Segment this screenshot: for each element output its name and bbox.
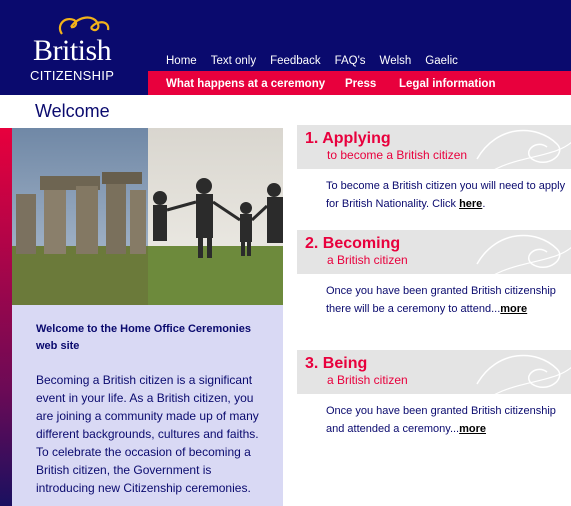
section-header: 3. Being a British citizen [297, 350, 571, 394]
intro-title: Welcome to the Home Office Ceremonies we… [36, 323, 251, 352]
section-subtitle: a British citizen [327, 253, 408, 267]
stonehenge-and-people-image [12, 128, 283, 305]
logo-text-citizenship: CITIZENSHIP [30, 68, 115, 83]
here-link[interactable]: here [459, 198, 482, 210]
nav-text-only[interactable]: Text only [211, 53, 256, 69]
page-title: Welcome [35, 101, 110, 121]
top-navigation: Home Text only Feedback FAQ's Welsh Gael… [166, 53, 472, 69]
nav-gaelic[interactable]: Gaelic [425, 53, 458, 69]
crown-swirl-icon [58, 16, 110, 35]
subnav-press[interactable]: Press [345, 77, 376, 91]
nav-feedback[interactable]: Feedback [270, 53, 321, 69]
section-text: Once you have been granted British citiz… [326, 405, 556, 435]
section-title: 2. Becoming [305, 235, 401, 252]
intro-panel: Welcome to the Home Office Ceremonies we… [12, 305, 283, 506]
swirl-decoration-icon [476, 354, 571, 394]
section-header: 2. Becoming a British citizen [297, 230, 571, 274]
nav-welsh[interactable]: Welsh [380, 53, 412, 69]
subnav-ceremony[interactable]: What happens at a ceremony [166, 77, 325, 91]
section-title: 3. Being [305, 355, 368, 372]
british-citizenship-logo[interactable]: British CITIZENSHIP [28, 14, 128, 84]
subnav-legal-information[interactable]: Legal information [399, 77, 495, 91]
swirl-decoration-icon [476, 234, 571, 274]
swirl-decoration-icon [476, 129, 571, 169]
section-subtitle: to become a British citizen [327, 148, 468, 162]
more-link[interactable]: more [500, 303, 527, 315]
section-text: Once you have been granted British citiz… [326, 285, 556, 315]
intro-body: Becoming a British citizen is a signific… [36, 373, 259, 495]
sub-navigation: What happens at a ceremony Press Legal i… [148, 71, 571, 96]
more-link[interactable]: more [459, 423, 486, 435]
section-header: 1. Applying to become a British citizen [297, 125, 571, 169]
hero-photo [12, 128, 283, 305]
nav-home[interactable]: Home [166, 53, 197, 69]
section-text: To become a British citizen you will nee… [326, 180, 566, 210]
title-bar: Welcome [0, 95, 571, 128]
section-title: 1. Applying [305, 130, 391, 147]
left-accent-stripe [0, 128, 12, 506]
nav-faqs[interactable]: FAQ's [335, 53, 366, 69]
section-subtitle: a British citizen [327, 373, 408, 387]
logo-text-british: British [33, 34, 112, 67]
